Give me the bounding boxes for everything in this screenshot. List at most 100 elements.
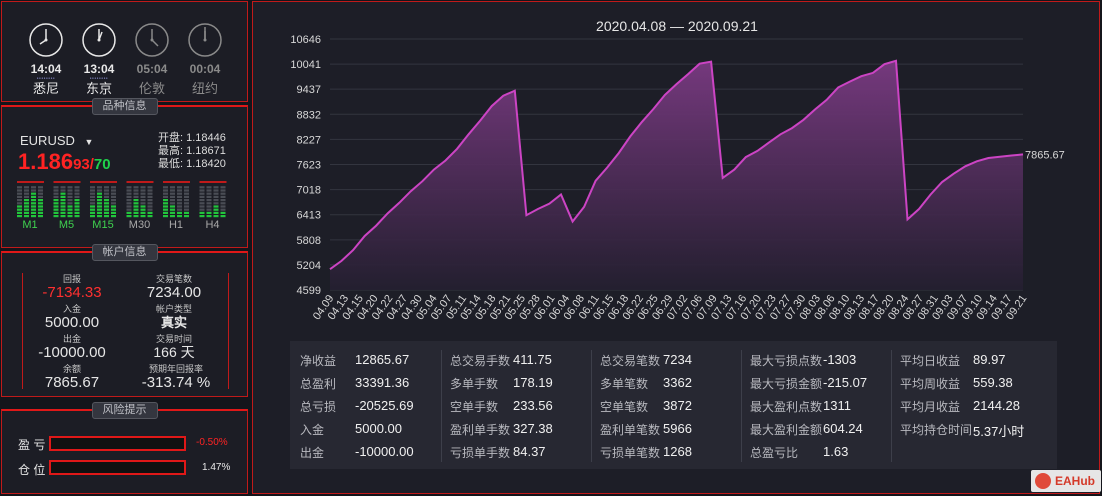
stat-col5-row-2: 平均月收益 2144.28 [900,398,1045,415]
stat-label: 总盈亏比 [750,446,799,460]
stat-col1-row-3: 入金 5000.00 [300,421,445,438]
stat-col3-row-2: 空单笔数 3872 [600,398,745,415]
clock-icon [135,23,169,57]
stat-col3-row-4: 亏损单笔数 1268 [600,444,745,461]
timeframe-label-m1[interactable]: M1 [15,219,45,231]
stat-label: 平均周收益 [900,377,961,391]
clock-city: 伦敦 [138,81,165,96]
clock-time: 13:04 [83,62,115,76]
stat-value: 12865.67 [355,352,410,367]
stat-value: 178.19 [513,375,553,390]
equity-chart: 10646 10041 9437 8832 8227 7623 7018 6413 5808 52… [290,34,1064,322]
stat-col4-row-3: 最大盈利金额 604.24 [750,421,895,438]
stat-value: -1303 [823,352,857,367]
stats-separator [441,350,442,462]
return-value: -7134.33 [42,284,102,301]
stat-col2-row-4: 亏损单手数 84.37 [450,444,595,461]
stat-col2-row-1: 多单手数 178.19 [450,375,595,392]
y-tick-label: 5204 [297,260,321,272]
open-label: 开盘: [158,132,184,144]
stat-label: 最大亏损点数 [750,354,823,368]
stat-label: 盈利单手数 [450,423,511,437]
stat-value: 559.38 [973,375,1013,390]
stat-label: 净收益 [300,354,337,368]
clock-city: 东京 [85,81,112,96]
low-label: 最低: [158,158,184,170]
return-item: 回报 -7134.33 [30,274,114,301]
watermark-badge: EAHub [1031,470,1101,492]
time-item: 交易时间 166 天 [132,334,216,361]
y-tick-label: 6413 [297,210,321,222]
timeframe-bar-h1 [163,181,190,218]
y-tick-label: 4599 [297,285,321,297]
stat-col3-row-1: 多单笔数 3362 [600,375,745,392]
stat-value: 84.37 [513,444,546,459]
withdraw-value: -10000.00 [38,344,106,361]
stat-label: 总交易笔数 [600,354,661,368]
withdraw-item: 出金 -10000.00 [30,334,114,361]
stat-col1-row-4: 出金 -10000.00 [300,444,445,461]
stat-label: 盈利单笔数 [600,423,661,437]
stat-value: 1.63 [823,444,849,459]
y-tick-label: 10646 [290,34,321,46]
stat-value: 5000.00 [355,421,402,436]
stat-col4-row-1: 最大亏损金额 -215.07 [750,375,895,392]
stats-separator [591,350,592,462]
stat-label: 亏损单笔数 [600,446,661,460]
stat-col4-row-2: 最大盈利点数 1311 [750,398,895,415]
y-tick-label: 7623 [297,159,321,171]
timeframe-label-h1[interactable]: H1 [161,219,191,231]
stat-value: -20525.69 [355,398,414,413]
stat-col5-row-3: 平均持仓时间 5.37小时 [900,421,1045,439]
type-value: 真实 [160,315,187,330]
stat-col3-row-3: 盈利单笔数 5966 [600,421,745,438]
stat-col1-row-1: 总盈利 33391.36 [300,375,445,392]
clock-city: 纽约 [191,81,218,96]
stat-label: 出金 [300,446,325,460]
annual-value: -313.74 % [141,374,211,391]
stat-label: 最大盈利金额 [750,423,823,437]
price-main: 1.186 [18,149,74,174]
timeframe-label-m15[interactable]: M15 [88,219,118,231]
low-value: 1.18420 [186,158,226,170]
stat-label: 最大盈利点数 [750,400,823,414]
chevron-down-icon: ▼ [84,137,94,147]
stat-col4-row-4: 总盈亏比 1.63 [750,444,895,461]
clock-city: 悉尼 [32,81,59,96]
open-value: 1.18446 [186,132,226,144]
panel-title: 帐户信息 [91,244,158,261]
stat-col1-row-2: 总亏损 -20525.69 [300,398,445,415]
timeframe-strength-bars [17,181,227,218]
stat-label: 亏损单手数 [450,446,511,460]
return-label: 回报 [62,274,81,284]
stat-col2-row-0: 总交易手数 411.75 [450,352,595,369]
price-spread: 70 [93,156,111,173]
stat-value: 1268 [663,444,692,459]
account-panel: 帐户信息 回报 -7134.33 交易笔数 7234.00 入金 5000.00… [1,244,248,397]
timeframe-label-m5[interactable]: M5 [52,219,82,231]
time-value: 166 天 [153,344,195,360]
stat-label: 平均日收益 [900,354,961,368]
high-value: 1.18671 [186,145,226,157]
stat-value: 411.75 [513,352,552,367]
balance-value: 7865.67 [44,374,100,391]
position-label: 仓 位 [18,463,46,477]
timeframe-label-h4[interactable]: H4 [198,219,228,231]
stat-value: 33391.36 [355,375,410,390]
pnl-bar [49,436,186,451]
risk-panel: 风险提示 盈 亏 -0.50% 仓 位 1.47% [1,402,248,494]
annual-label: 预期年回报率 [148,364,203,374]
timeframe-bar-m1 [17,181,44,218]
timeframe-bar-m15 [90,181,117,218]
watermark-text: EAHub [1055,474,1095,488]
symbol-selector[interactable]: EURUSD ▼ [20,133,93,148]
timeframe-label-m30[interactable]: M30 [125,219,155,231]
position-bar [49,460,186,475]
stat-value: -10000.00 [355,444,414,459]
clock-dots: ● [133,76,171,80]
deposit-label: 入金 [62,304,81,314]
stat-col5-row-0: 平均日收益 89.97 [900,352,1045,369]
clock-icon [82,23,116,57]
stat-label: 多单手数 [450,377,499,391]
stat-label: 入金 [300,423,325,437]
